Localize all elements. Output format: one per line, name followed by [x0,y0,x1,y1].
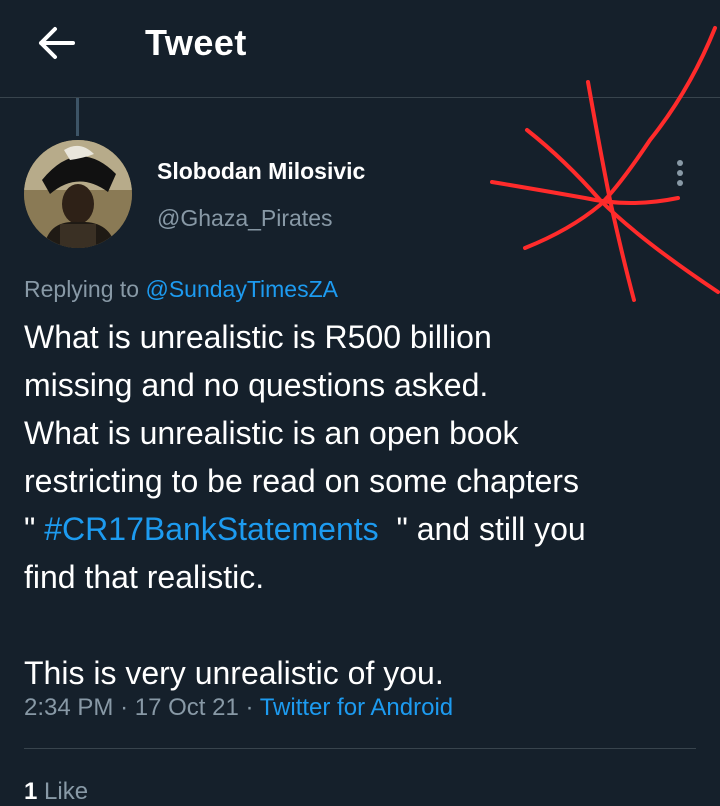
thread-connector-line [76,98,79,136]
divider [24,748,696,749]
tweet-text-line: " #CR17BankStatements " and still you [24,505,704,553]
tweet-text-line: find that realistic. [24,559,265,595]
author-name[interactable]: Slobodan Milosivic [157,158,365,185]
likes-count: 1 [24,778,38,805]
tweet-time[interactable]: 2:34 PM [24,694,113,721]
avatar[interactable] [24,140,132,248]
replying-to-prefix: Replying to [24,276,140,302]
quote-close: " and still you [378,511,586,547]
author-handle[interactable]: @Ghaza_Pirates [157,205,333,232]
tweet-source-link[interactable]: Twitter for Android [260,694,453,721]
tweet-text-line: missing and no questions asked. [24,367,489,403]
back-button[interactable] [38,26,76,60]
tweet-text-line: What is unrealistic is R500 billion [24,319,492,355]
likes-count-link[interactable]: 1 Like [24,778,88,806]
hashtag-link[interactable]: #CR17BankStatements [44,511,378,547]
page-title: Tweet [145,22,247,63]
meta-separator: · [245,694,254,721]
likes-label: Like [44,778,89,805]
meta-separator: · [120,694,129,721]
app-header: Tweet [0,0,720,98]
tweet-date[interactable]: 17 Oct 21 [135,694,239,721]
tweet-text: What is unrealistic is R500 billion miss… [24,313,704,697]
more-vertical-icon [677,160,683,186]
more-options-button[interactable] [668,158,692,192]
replying-to-link[interactable]: @SundayTimesZA [145,276,338,302]
arrow-left-icon [39,27,75,59]
tweet-text-line: What is unrealistic is an open book [24,415,519,451]
avatar-image [24,140,132,248]
tweet-metadata: 2:34 PM · 17 Oct 21 · Twitter for Androi… [24,694,453,722]
tweet-text-line: restricting to be read on some chapters [24,463,579,499]
tweet-text-line: This is very unrealistic of you. [24,655,444,691]
quote-open: " [24,511,45,547]
replying-to-line: Replying to @SundayTimesZA [24,276,338,303]
